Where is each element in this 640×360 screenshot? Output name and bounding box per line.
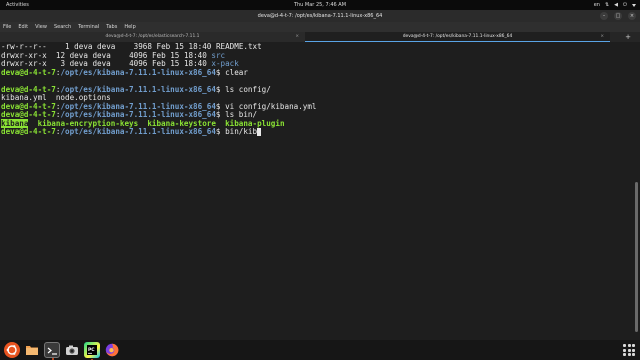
tab-label: deva@d-4-t-7: /opt/es/elasticsearch-7.11… <box>105 34 200 39</box>
prompt-user: deva@d-4-t-7 <box>1 67 56 77</box>
window-titlebar[interactable]: deva@d-4-t-7: /opt/es/kibana-7.11.1-linu… <box>0 10 640 22</box>
menu-help[interactable]: Help <box>124 24 135 30</box>
close-tab-icon[interactable]: × <box>600 32 604 42</box>
new-tab-button[interactable]: + <box>625 32 631 42</box>
power-icon: ⏻ <box>623 2 627 8</box>
ubuntu-logo-icon[interactable] <box>4 342 20 358</box>
show-apps-icon[interactable] <box>622 343 636 357</box>
menu-file[interactable]: File <box>3 24 11 30</box>
menu-bar: File Edit View Search Terminal Tabs Help <box>0 22 640 32</box>
menu-terminal[interactable]: Terminal <box>78 24 99 30</box>
close-tab-icon[interactable]: × <box>295 32 299 42</box>
tab-kibana[interactable]: deva@d-4-t-7: /opt/es/kibana-7.11.1-linu… <box>305 32 610 42</box>
svg-text:PC: PC <box>88 347 95 353</box>
files-icon[interactable] <box>24 342 40 358</box>
system-tray[interactable]: en ⇅ ◀ ⏻ <box>594 1 636 9</box>
tab-label: deva@d-4-t-7: /opt/es/kibana-7.11.1-linu… <box>402 34 513 39</box>
prompt-line: deva@d-4-t-7:/opt/es/kibana-7.11.1-linux… <box>1 67 248 77</box>
minimize-button[interactable]: – <box>600 12 608 20</box>
prompt-user: deva@d-4-t-7 <box>1 127 56 136</box>
terminal-output[interactable]: -rw-r--r-- 1 deva deva 3968 Feb 15 18:40… <box>0 42 632 340</box>
pycharm-icon[interactable]: PC <box>84 342 100 360</box>
text-cursor <box>257 128 262 136</box>
firefox-icon[interactable] <box>104 342 120 358</box>
clock[interactable]: Thu Mar 25, 7:46 AM <box>0 2 640 8</box>
tab-bar: deva@d-4-t-7: /opt/es/elasticsearch-7.11… <box>0 32 640 42</box>
window-title: deva@d-4-t-7: /opt/es/kibana-7.11.1-linu… <box>257 13 383 19</box>
terminal-icon[interactable] <box>44 342 60 360</box>
scrollbar[interactable] <box>632 42 640 340</box>
prompt-line: deva@d-4-t-7:/opt/es/kibana-7.11.1-linux… <box>1 127 632 137</box>
menu-view[interactable]: View <box>35 24 47 30</box>
network-icon: ⇅ <box>604 2 610 8</box>
prompt-path: /opt/es/kibana-7.11.1-linux-x86_64 <box>60 127 216 136</box>
command: ls config/ <box>225 84 271 94</box>
chevron-down-icon <box>632 3 636 7</box>
top-panel: Activities Thu Mar 25, 7:46 AM en ⇅ ◀ ⏻ <box>0 0 640 10</box>
volume-icon: ◀ <box>614 2 619 8</box>
tab-elasticsearch[interactable]: deva@d-4-t-7: /opt/es/elasticsearch-7.11… <box>0 32 305 42</box>
screenshot-icon[interactable] <box>64 342 80 358</box>
maximize-button[interactable]: □ <box>614 12 622 20</box>
command: clear <box>225 67 248 77</box>
menu-tabs[interactable]: Tabs <box>106 24 117 30</box>
menu-search[interactable]: Search <box>54 24 71 30</box>
command-input[interactable]: bin/kib <box>225 127 257 136</box>
language-indicator[interactable]: en <box>594 2 600 8</box>
prompt-path: /opt/es/kibana-7.11.1-linux-x86_64 <box>60 67 216 77</box>
menu-edit[interactable]: Edit <box>18 24 28 30</box>
dock: PC <box>0 340 640 360</box>
scrollbar-thumb[interactable] <box>635 182 638 332</box>
close-button[interactable]: × <box>628 12 636 20</box>
